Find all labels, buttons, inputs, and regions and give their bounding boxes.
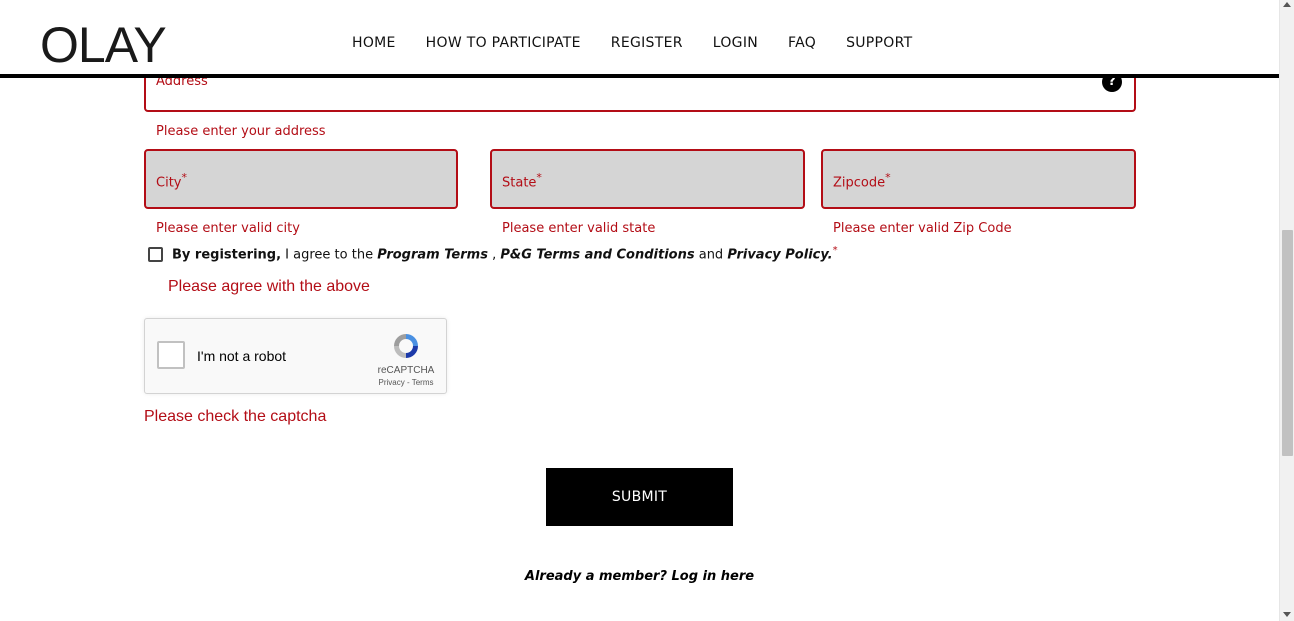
nav-support[interactable]: SUPPORT bbox=[846, 35, 912, 51]
nav-home[interactable]: HOME bbox=[352, 35, 396, 51]
city-field[interactable]: City* bbox=[144, 149, 458, 209]
nav-faq[interactable]: FAQ bbox=[788, 35, 816, 51]
scrollbar[interactable] bbox=[1279, 0, 1294, 621]
agreement-and: and bbox=[694, 247, 728, 263]
scroll-up-arrow-icon[interactable] bbox=[1283, 2, 1291, 7]
state-field[interactable]: State* bbox=[490, 149, 805, 209]
site-header: OLAY HOME HOW TO PARTICIPATE REGISTER LO… bbox=[0, 0, 1279, 78]
scroll-down-arrow-icon[interactable] bbox=[1283, 612, 1291, 617]
zipcode-label-text: Zipcode bbox=[833, 175, 886, 191]
captcha-error: Please check the captcha bbox=[144, 408, 327, 425]
agreement-required-mark: * bbox=[832, 245, 838, 256]
agreement-text-1: I agree to the bbox=[281, 247, 378, 263]
zipcode-required-mark: * bbox=[885, 171, 891, 184]
recaptcha-brand: reCAPTCHA bbox=[377, 365, 435, 376]
city-required-mark: * bbox=[181, 171, 187, 184]
nav-login[interactable]: LOGIN bbox=[713, 35, 758, 51]
state-label-text: State bbox=[502, 175, 537, 191]
state-error: Please enter valid state bbox=[502, 221, 656, 236]
recaptcha-logo-icon bbox=[394, 334, 418, 358]
scroll-thumb[interactable] bbox=[1282, 230, 1293, 456]
zipcode-label: Zipcode* bbox=[833, 171, 891, 190]
recaptcha-widget: I'm not a robot reCAPTCHA Privacy - Term… bbox=[144, 318, 447, 394]
main-nav: HOME HOW TO PARTICIPATE REGISTER LOGIN F… bbox=[352, 35, 942, 51]
privacy-policy-link[interactable]: Privacy Policy. bbox=[727, 247, 832, 262]
agreement-text: By registering, I agree to the Program T… bbox=[172, 245, 838, 262]
state-required-mark: * bbox=[536, 171, 542, 184]
agreement-separator: , bbox=[487, 247, 501, 263]
agree-checkbox[interactable] bbox=[148, 247, 163, 262]
recaptcha-checkbox[interactable] bbox=[157, 341, 185, 369]
pg-terms-link[interactable]: P&G Terms and Conditions bbox=[500, 247, 694, 262]
recaptcha-links[interactable]: Privacy - Terms bbox=[373, 378, 439, 387]
login-link[interactable]: Already a member? Log in here bbox=[0, 569, 1279, 584]
city-label-text: City bbox=[156, 175, 182, 191]
agreement-error: Please agree with the above bbox=[168, 278, 370, 295]
city-label: City* bbox=[156, 171, 187, 190]
city-error: Please enter valid city bbox=[156, 221, 300, 236]
agreement-lead: By registering, bbox=[172, 247, 282, 263]
nav-register[interactable]: REGISTER bbox=[611, 35, 683, 51]
submit-button[interactable]: SUBMIT bbox=[546, 468, 733, 526]
recaptcha-label: I'm not a robot bbox=[197, 348, 287, 364]
zipcode-field[interactable]: Zipcode* bbox=[821, 149, 1136, 209]
address-error: Please enter your address bbox=[156, 124, 326, 139]
program-terms-link[interactable]: Program Terms bbox=[377, 247, 488, 262]
olay-logo[interactable]: OLAY bbox=[40, 20, 167, 70]
zipcode-error: Please enter valid Zip Code bbox=[833, 221, 1012, 236]
state-label: State* bbox=[502, 171, 542, 190]
nav-how-to-participate[interactable]: HOW TO PARTICIPATE bbox=[426, 35, 581, 51]
